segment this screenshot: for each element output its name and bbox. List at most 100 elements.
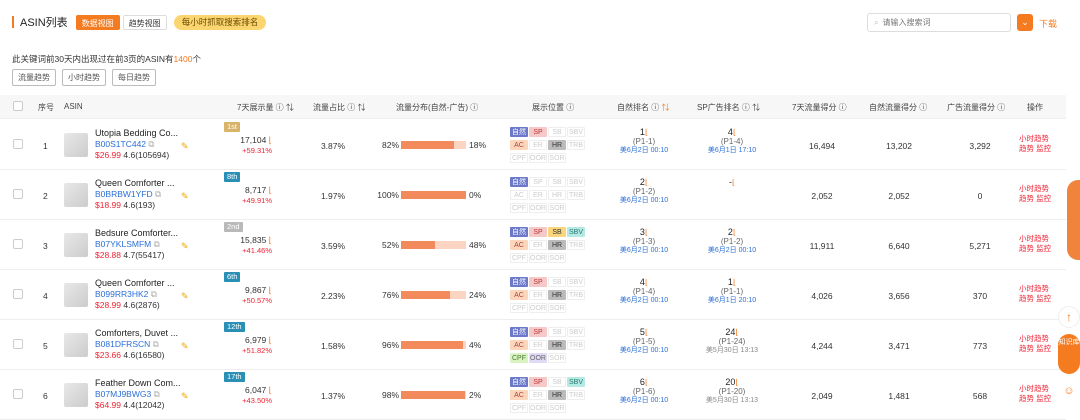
row-checkbox[interactable] <box>13 189 23 199</box>
sp-rank-cell[interactable]: 1⌊ (P1-1) 美6月1日 20:10 <box>697 278 767 305</box>
monitor-link[interactable]: 监控 <box>1036 394 1051 403</box>
tag-icon[interactable]: ✎ <box>181 391 189 402</box>
organic-rank-cell[interactable]: 6⌊ (P1-6) 美6月2日 00:10 <box>609 378 679 405</box>
row-checkbox[interactable] <box>13 389 23 399</box>
organic-rank-cell[interactable]: 2⌊ (P1-2) 美6月2日 00:10 <box>609 178 679 205</box>
product-title[interactable]: Utopia Bedding Co... <box>95 128 178 138</box>
position-tag: ER <box>529 290 547 300</box>
trend-link[interactable]: 趋势 <box>1019 144 1034 153</box>
hourly-crawl-pill[interactable]: 每小时抓取搜索排名 <box>173 14 267 30</box>
sp-rank-cell[interactable]: 4⌊ (P1-4) 美6月1日 17:10 <box>697 128 767 155</box>
tag-icon[interactable]: ✎ <box>181 241 189 252</box>
7day-score-value: 11,911 <box>809 241 835 251</box>
search-box[interactable]: ⌕ <box>867 13 1011 32</box>
select-all-checkbox[interactable] <box>13 101 23 111</box>
tag-icon[interactable]: ✎ <box>181 141 189 152</box>
position-tag: SOR <box>548 353 566 363</box>
hourly-trend-link[interactable]: 小时趋势 <box>1019 334 1051 344</box>
product-title[interactable]: Queen Comforter ... <box>95 178 175 188</box>
trend-link[interactable]: 趋势 <box>1019 344 1034 353</box>
asin-link[interactable]: B07YKLSMFM ⧉ <box>95 239 160 250</box>
col-traffic-share[interactable]: 流量占比 ⓘ ⇅ <box>313 102 365 113</box>
sp-rank-cell[interactable]: 24⌊ (P1-24) 美5月30日 13:13 <box>697 328 767 355</box>
knowledge-base-button[interactable]: 知识库 <box>1058 334 1080 374</box>
position-tag: SP <box>529 227 547 237</box>
row-checkbox[interactable] <box>13 239 23 249</box>
hourly-trend-link[interactable]: 小时趋势 <box>1019 184 1051 194</box>
product-thumbnail[interactable] <box>64 283 88 307</box>
product-title[interactable]: Bedsure Comforter... <box>95 228 178 238</box>
tag-icon[interactable]: ✎ <box>181 291 189 302</box>
monitor-link[interactable]: 监控 <box>1036 294 1051 303</box>
row-checkbox[interactable] <box>13 339 23 349</box>
asin-link[interactable]: B099RR3HK2 ⧉ <box>95 289 157 300</box>
asin-link[interactable]: B081DFRSCN ⧉ <box>95 339 159 350</box>
impressions-value: 9,867 ⌊ +50.57% <box>242 285 272 305</box>
product-thumbnail[interactable] <box>64 133 88 157</box>
download-link[interactable]: 下载 <box>1039 17 1057 30</box>
col-organic-rank[interactable]: 自然排名 ⓘ ⇅ <box>617 102 669 113</box>
col-actions: 操作 <box>1027 103 1043 112</box>
asin-link[interactable]: B00S1TC442 ⧉ <box>95 139 155 150</box>
col-organic-score[interactable]: 自然流量得分 ⓘ <box>869 102 927 113</box>
trend-link[interactable]: 趋势 <box>1019 194 1034 203</box>
support-icon[interactable]: ☺ <box>1058 380 1080 402</box>
download-dropdown-button[interactable]: ⌄ <box>1017 14 1033 31</box>
row-actions: 小时趋势 趋势 监控 <box>1019 134 1051 154</box>
product-title[interactable]: Feather Down Com... <box>95 378 181 388</box>
hourly-trend-link[interactable]: 小时趋势 <box>1019 134 1051 144</box>
organic-percent: 96% <box>381 340 399 350</box>
hourly-trend-link[interactable]: 小时趋势 <box>1019 284 1051 294</box>
tab-data-view[interactable]: 数据视图 <box>75 14 120 30</box>
tab-trend-view[interactable]: 趋势视图 <box>122 14 167 30</box>
asin-link[interactable]: B07MJ9BWG3 ⧉ <box>95 389 160 400</box>
impressions-value: 17,104 ⌊ +59.31% <box>240 135 272 155</box>
organic-rank-cell[interactable]: 5⌊ (P1-5) 美6月2日 00:10 <box>609 328 679 355</box>
hourly-trend-button[interactable]: 小时趋势 <box>62 69 106 86</box>
monitor-link[interactable]: 监控 <box>1036 344 1051 353</box>
row-checkbox[interactable] <box>13 289 23 299</box>
search-input[interactable] <box>882 18 1003 27</box>
hourly-trend-link[interactable]: 小时趋势 <box>1019 234 1051 244</box>
product-title[interactable]: Comforters, Duvet ... <box>95 328 178 338</box>
monitor-link[interactable]: 监控 <box>1036 244 1051 253</box>
tag-icon[interactable]: ✎ <box>181 341 189 352</box>
ad-percent: 48% <box>469 240 487 250</box>
traffic-trend-button[interactable]: 流量趋势 <box>12 69 56 86</box>
organic-fill <box>401 341 464 349</box>
product-title[interactable]: Queen Comforter ... <box>95 278 175 288</box>
daily-trend-button[interactable]: 每日趋势 <box>112 69 156 86</box>
organic-rank-cell[interactable]: 1⌊ (P1-1) 美6月2日 00:10 <box>609 128 679 155</box>
trend-link[interactable]: 趋势 <box>1019 294 1034 303</box>
sp-rank-cell[interactable]: 20⌊ (P1-20) 美5月30日 13:13 <box>697 378 767 405</box>
back-to-top-icon[interactable]: ↑ <box>1058 306 1080 328</box>
product-thumbnail[interactable] <box>64 383 88 407</box>
position-tag: HR <box>548 340 566 350</box>
hourly-trend-link[interactable]: 小时趋势 <box>1019 384 1051 394</box>
display-position-tags: 自然 SP SB SBV AC ER HR TRB CPF OOR SOR <box>510 126 590 165</box>
product-thumbnail[interactable] <box>64 233 88 257</box>
row-checkbox[interactable] <box>13 139 23 149</box>
monitor-link[interactable]: 监控 <box>1036 144 1051 153</box>
tag-icon[interactable]: ✎ <box>181 191 189 202</box>
side-float-panel[interactable] <box>1067 180 1080 260</box>
trend-link[interactable]: 趋势 <box>1019 244 1034 253</box>
col-7day-impressions[interactable]: 7天展示量 ⓘ ⇅ <box>237 102 294 113</box>
asin-link[interactable]: B0BRBW1YFD ⧉ <box>95 189 161 200</box>
organic-rank-cell[interactable]: 4⌊ (P1-4) 美6月2日 00:10 <box>609 278 679 305</box>
trend-chart-icon: ⌊ <box>644 178 649 187</box>
ad-score-value: 773 <box>972 341 988 351</box>
trend-link[interactable]: 趋势 <box>1019 394 1034 403</box>
col-ad-score[interactable]: 广告流量得分 ⓘ <box>947 102 1005 113</box>
row-actions: 小时趋势 趋势 监控 <box>1019 234 1051 254</box>
position-tag: OOR <box>529 403 547 413</box>
sp-rank-cell[interactable]: 2⌊ (P1-2) 美6月2日 00:10 <box>697 228 767 255</box>
col-sp-rank[interactable]: SP广告排名 ⓘ ⇅ <box>697 102 760 113</box>
monitor-link[interactable]: 监控 <box>1036 194 1051 203</box>
product-thumbnail[interactable] <box>64 333 88 357</box>
col-7day-score[interactable]: 7天流量得分 ⓘ <box>792 102 847 113</box>
sp-rank-cell[interactable]: -⌊ <box>697 178 767 188</box>
rank-badge: 12th <box>224 322 245 332</box>
organic-rank-cell[interactable]: 3⌊ (P1-3) 美6月2日 00:10 <box>609 228 679 255</box>
product-thumbnail[interactable] <box>64 183 88 207</box>
